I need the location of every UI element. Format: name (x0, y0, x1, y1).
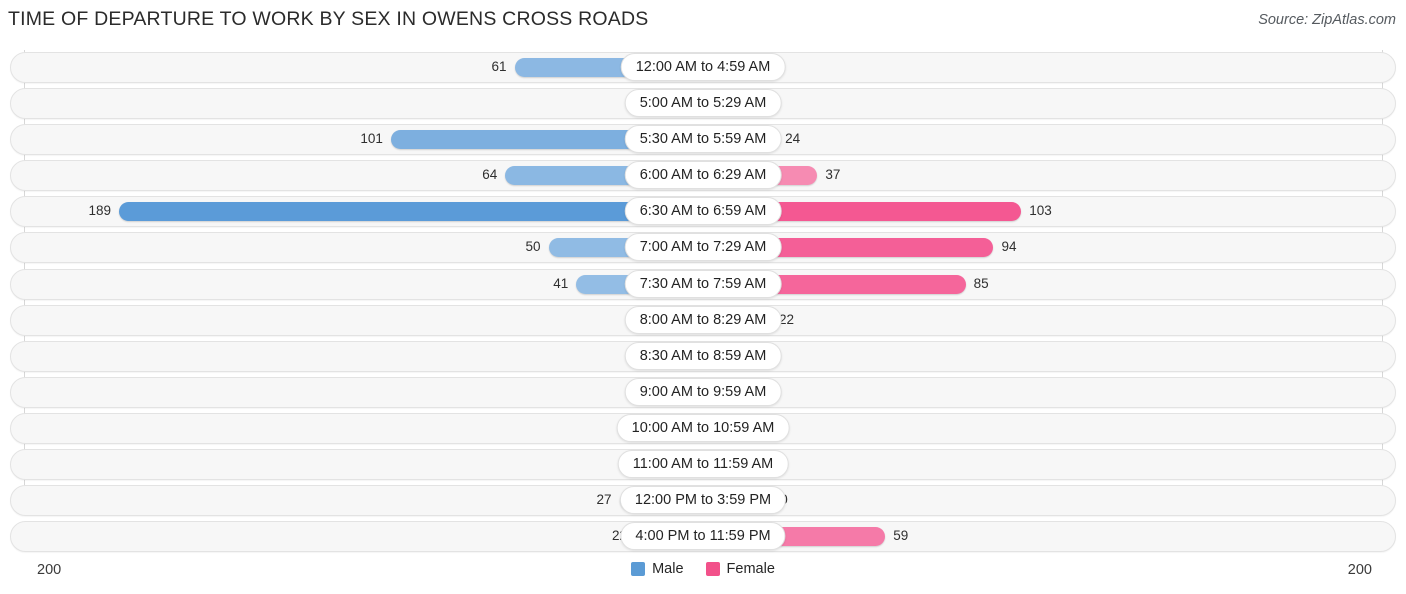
value-label-female: 37 (825, 167, 841, 183)
bar-row: 1405:00 AM to 5:29 AM (0, 86, 1406, 122)
bar-row: 101 24 5:30 AM to 5:59 AM (0, 122, 1406, 158)
bar-row: 189 103 6:30 AM to 6:59 AM (0, 194, 1406, 230)
legend-label: Male (652, 561, 684, 577)
value-label-male: 61 (491, 59, 507, 74)
bar-row: 61412:00 AM to 4:59 AM (0, 50, 1406, 86)
legend-label: Female (726, 561, 775, 577)
chart-legend: Male Female (0, 561, 1406, 577)
category-label-pill: 6:00 AM to 6:29 AM (624, 161, 782, 190)
bar-row: 272012:00 PM to 3:59 PM (0, 483, 1406, 519)
category-label-pill: 4:00 PM to 11:59 PM (620, 522, 786, 551)
bar-row: 64 37 6:00 AM to 6:29 AM (0, 158, 1406, 194)
bar-rows: 61412:00 AM to 4:59 AM1405:00 AM to 5:29… (0, 50, 1406, 555)
value-label-male: 101 (360, 131, 383, 147)
bar-row: 41110:00 AM to 10:59 AM (0, 411, 1406, 447)
value-label-female: 22 (778, 311, 794, 327)
value-label-female: 85 (973, 275, 989, 291)
category-label-pill: 8:30 AM to 8:59 AM (624, 341, 782, 370)
category-label-pill: 7:30 AM to 7:59 AM (624, 269, 782, 298)
value-label-female: 59 (893, 528, 909, 544)
bar-row: 008:30 AM to 8:59 AM (0, 339, 1406, 375)
bar-row: 6228:00 AM to 8:29 AM (0, 303, 1406, 339)
source-attribution: Source: ZipAtlas.com (1258, 12, 1396, 28)
value-label-male: 41 (553, 275, 569, 291)
value-label-male: 64 (482, 167, 498, 183)
legend-item-male[interactable]: Male (631, 561, 684, 577)
value-label-male: 22 (567, 526, 627, 546)
category-label-pill: 5:00 AM to 5:29 AM (624, 89, 782, 118)
legend-item-female[interactable]: Female (705, 561, 775, 577)
bar-row: 5011:00 AM to 11:59 AM (0, 447, 1406, 483)
chart-page: TIME OF DEPARTURE TO WORK BY SEX IN OWEN… (0, 0, 1406, 594)
legend-swatch-female-icon (705, 562, 720, 576)
bar-row: 22 59 4:00 PM to 11:59 PM (0, 519, 1406, 555)
category-label-pill: 6:30 AM to 6:59 AM (624, 197, 782, 226)
legend-swatch-male-icon (631, 562, 646, 576)
category-label-pill: 5:30 AM to 5:59 AM (624, 125, 782, 154)
bar-row: 0159:00 AM to 9:59 AM (0, 375, 1406, 411)
category-label-pill: 9:00 AM to 9:59 AM (624, 377, 782, 406)
category-label-pill: 12:00 PM to 3:59 PM (619, 486, 787, 515)
category-label-pill: 8:00 AM to 8:29 AM (624, 305, 782, 334)
value-label-male: 50 (525, 239, 541, 255)
category-label-pill: 10:00 AM to 10:59 AM (616, 413, 790, 442)
value-label-female: 94 (1001, 239, 1017, 255)
value-label-female: 24 (785, 131, 801, 147)
chart-footer: 200 200 Male Female (0, 556, 1406, 594)
bar-row: 41 85 7:30 AM to 7:59 AM (0, 267, 1406, 303)
page-title: TIME OF DEPARTURE TO WORK BY SEX IN OWEN… (8, 8, 649, 30)
bar-male[interactable] (118, 202, 703, 222)
category-label-pill: 7:00 AM to 7:29 AM (624, 233, 782, 262)
value-label-male: 27 (596, 492, 612, 508)
value-label-male: 189 (88, 203, 111, 219)
bar-row: 50 94 7:00 AM to 7:29 AM (0, 230, 1406, 266)
category-label-pill: 11:00 AM to 11:59 AM (617, 450, 789, 479)
value-label-female: 103 (1029, 203, 1052, 219)
category-label-pill: 12:00 AM to 4:59 AM (620, 53, 786, 81)
plot-area: 61412:00 AM to 4:59 AM1405:00 AM to 5:29… (0, 50, 1406, 556)
